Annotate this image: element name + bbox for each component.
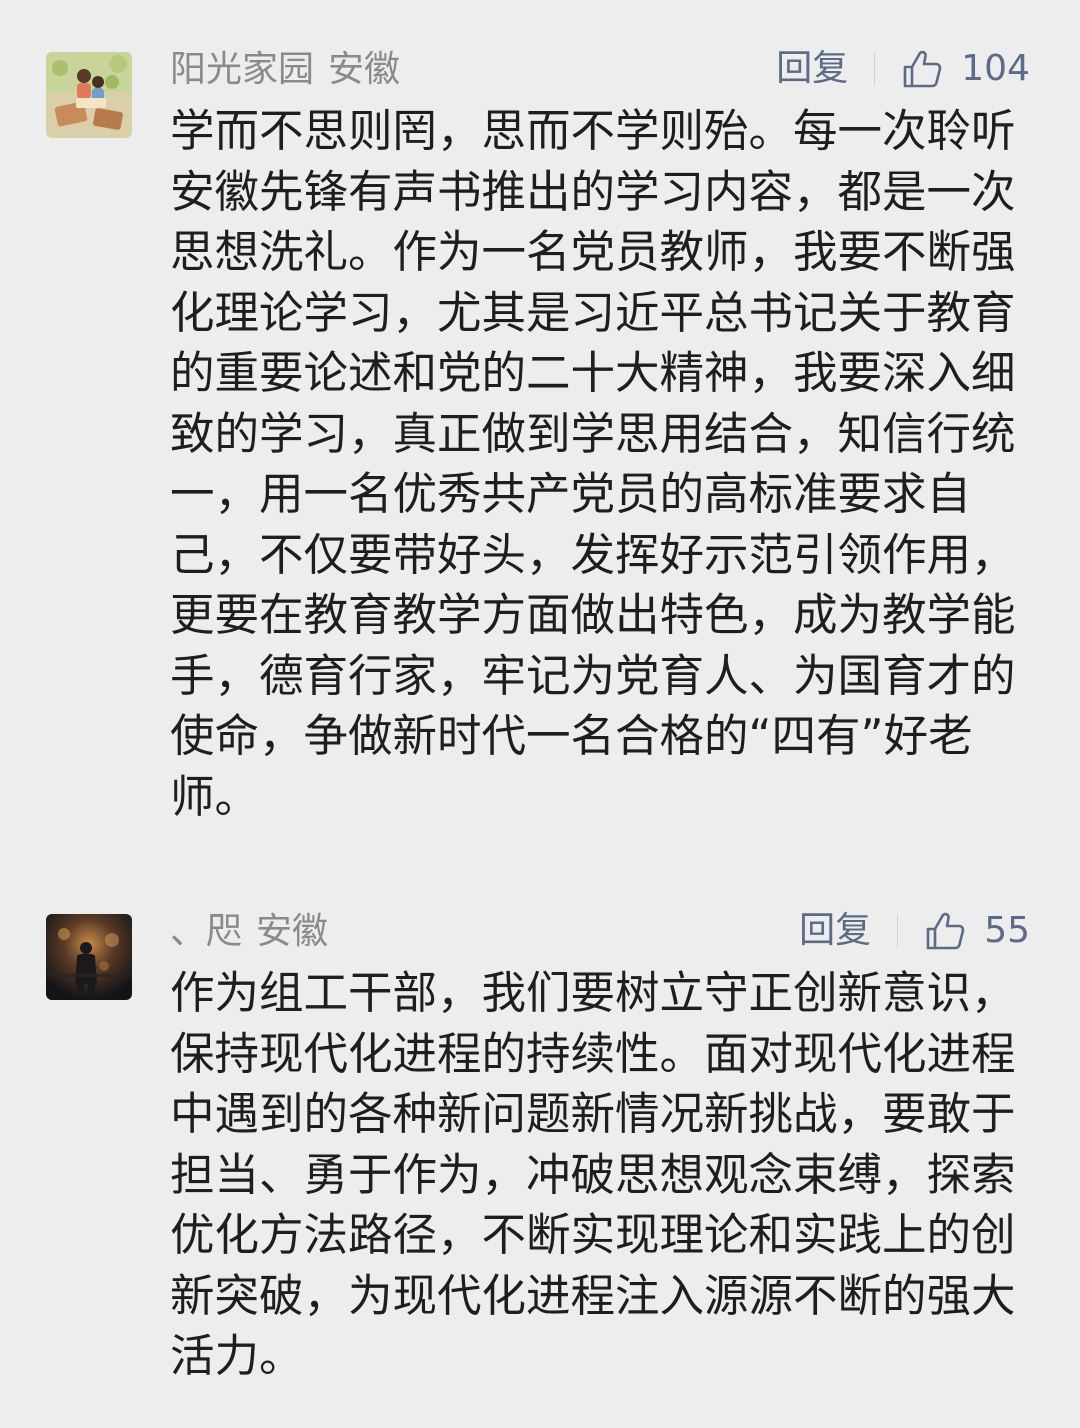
like-button[interactable]: 55 (924, 909, 1030, 953)
thumbs-up-icon (926, 912, 965, 950)
username-line: 阳光家园 安徽 (170, 48, 400, 92)
dark-figure-silhouette-avatar-icon (46, 914, 132, 1000)
username[interactable]: 阳光家园 (170, 49, 314, 90)
action-divider (897, 914, 899, 948)
like-button[interactable]: 104 (901, 47, 1030, 91)
username-line: 、咫 安徽 (170, 910, 328, 954)
thumbs-up-icon (903, 50, 942, 88)
comment-header: 、咫 安徽 回复 55 (170, 906, 1030, 956)
comment-text: 作为组工干部，我们要树立守正创新意识， 保持现代化进程的持续性。面对现代化进程 … (170, 968, 1016, 1382)
illustrated-family-reading-avatar-icon (46, 52, 132, 138)
reply-button[interactable]: 回复 (776, 47, 848, 91)
username[interactable]: 、咫 (170, 911, 242, 952)
comment-text: 学而不思则罔，思而不学则殆。每一次聆听 安徽先锋有声书推出的学习内容，都是一次 … (170, 106, 1016, 823)
avatar[interactable] (46, 914, 132, 1000)
like-count: 104 (961, 48, 1030, 89)
like-count: 55 (984, 910, 1030, 951)
avatar[interactable] (46, 52, 132, 138)
comment-header: 阳光家园 安徽 回复 104 (170, 44, 1030, 94)
region-label: 安徽 (328, 49, 401, 90)
action-divider (874, 52, 876, 86)
comment-actions: 回复 104 (776, 46, 1030, 92)
comment-actions: 回复 55 (799, 908, 1030, 954)
region-label: 安徽 (256, 911, 329, 952)
reply-button[interactable]: 回复 (799, 909, 871, 953)
